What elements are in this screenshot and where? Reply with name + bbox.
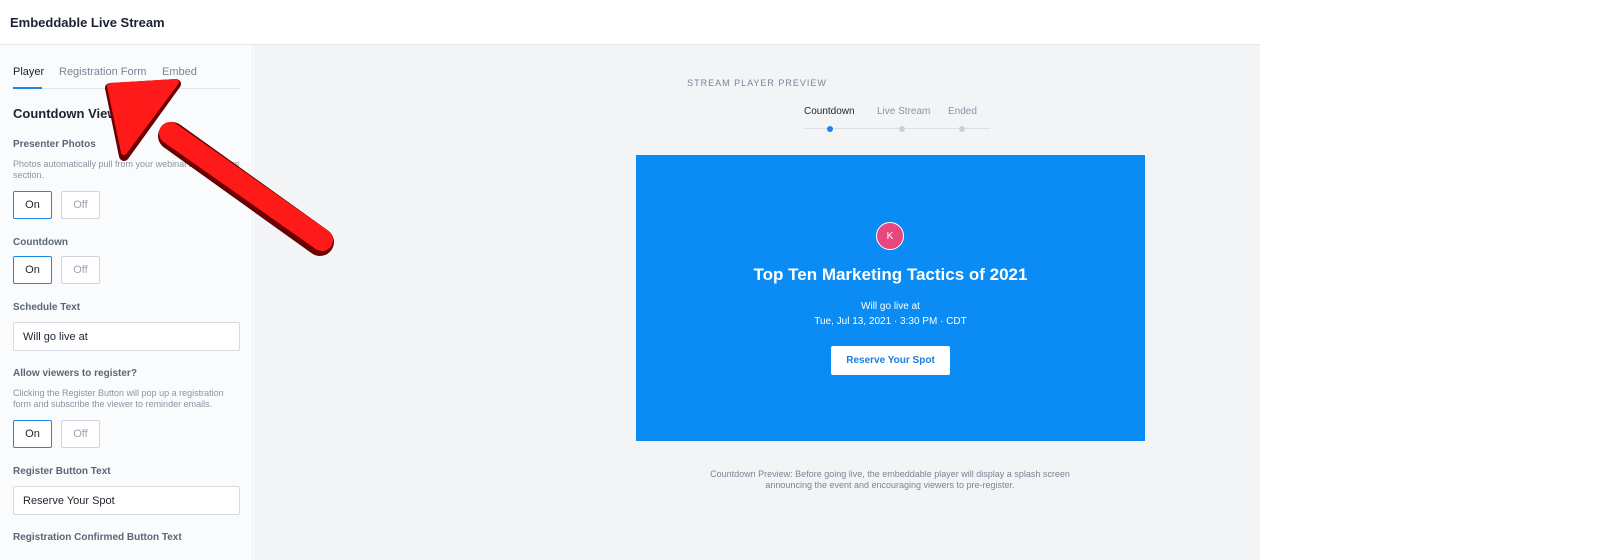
allow-register-off-button[interactable]: Off: [61, 420, 100, 448]
step-ended-dot[interactable]: [959, 126, 965, 132]
presenter-photos-help: Photos automatically pull from your webi…: [13, 159, 240, 180]
tab-embed[interactable]: Embed: [162, 66, 197, 78]
step-live-stream-dot[interactable]: [899, 126, 905, 132]
register-button-text-input[interactable]: [13, 486, 240, 515]
event-title: Top Ten Marketing Tactics of 2021: [753, 265, 1028, 284]
step-countdown[interactable]: Countdown: [804, 106, 855, 117]
presenter-photos-on-button[interactable]: On: [13, 191, 52, 219]
top-bar: Embeddable Live Stream: [0, 0, 1260, 45]
allow-register-label: Allow viewers to register?: [13, 368, 137, 379]
countdown-on-button[interactable]: On: [13, 256, 52, 284]
allow-register-on-button[interactable]: On: [13, 420, 52, 448]
schedule-text-input[interactable]: [13, 322, 240, 351]
presenter-photos-off-button[interactable]: Off: [61, 191, 100, 219]
preview-caption: Countdown Preview: Before going live, th…: [710, 469, 1070, 490]
countdown-off-button[interactable]: Off: [61, 256, 100, 284]
step-live-stream[interactable]: Live Stream: [877, 106, 930, 117]
preview-header: STREAM PLAYER PREVIEW: [687, 78, 827, 88]
app-window: Embeddable Live Stream Player Registrati…: [0, 0, 1260, 560]
tab-player[interactable]: Player: [13, 66, 44, 78]
registration-confirmed-label: Registration Confirmed Button Text: [13, 532, 182, 543]
active-tab-indicator: [13, 87, 42, 89]
countdown-label: Countdown: [13, 237, 68, 248]
player-schedule-date: Tue, Jul 13, 2021 · 3:30 PM · CDT: [814, 316, 967, 327]
presenter-photos-label: Presenter Photos: [13, 139, 96, 150]
player-schedule-text: Will go live at: [861, 301, 920, 312]
settings-tabs: Player Registration Form Embed: [13, 65, 240, 89]
stream-player-preview: K Top Ten Marketing Tactics of 2021 Will…: [636, 155, 1145, 441]
section-title: Countdown View: [13, 106, 118, 121]
tab-registration-form[interactable]: Registration Form: [59, 66, 146, 78]
allow-register-help: Clicking the Register Button will pop up…: [13, 388, 224, 409]
reserve-spot-button[interactable]: Reserve Your Spot: [831, 346, 950, 375]
page-title: Embeddable Live Stream: [10, 15, 165, 30]
preview-panel: STREAM PLAYER PREVIEW Countdown Live Str…: [254, 45, 1260, 560]
presenter-avatar: K: [876, 222, 904, 250]
schedule-text-label: Schedule Text: [13, 302, 81, 313]
register-button-text-label: Register Button Text: [13, 466, 111, 477]
preview-state-stepper: Countdown Live Stream Ended: [804, 105, 990, 135]
step-ended[interactable]: Ended: [948, 106, 977, 117]
settings-sidebar: Player Registration Form Embed Countdown…: [0, 45, 253, 560]
step-countdown-dot[interactable]: [827, 126, 833, 132]
